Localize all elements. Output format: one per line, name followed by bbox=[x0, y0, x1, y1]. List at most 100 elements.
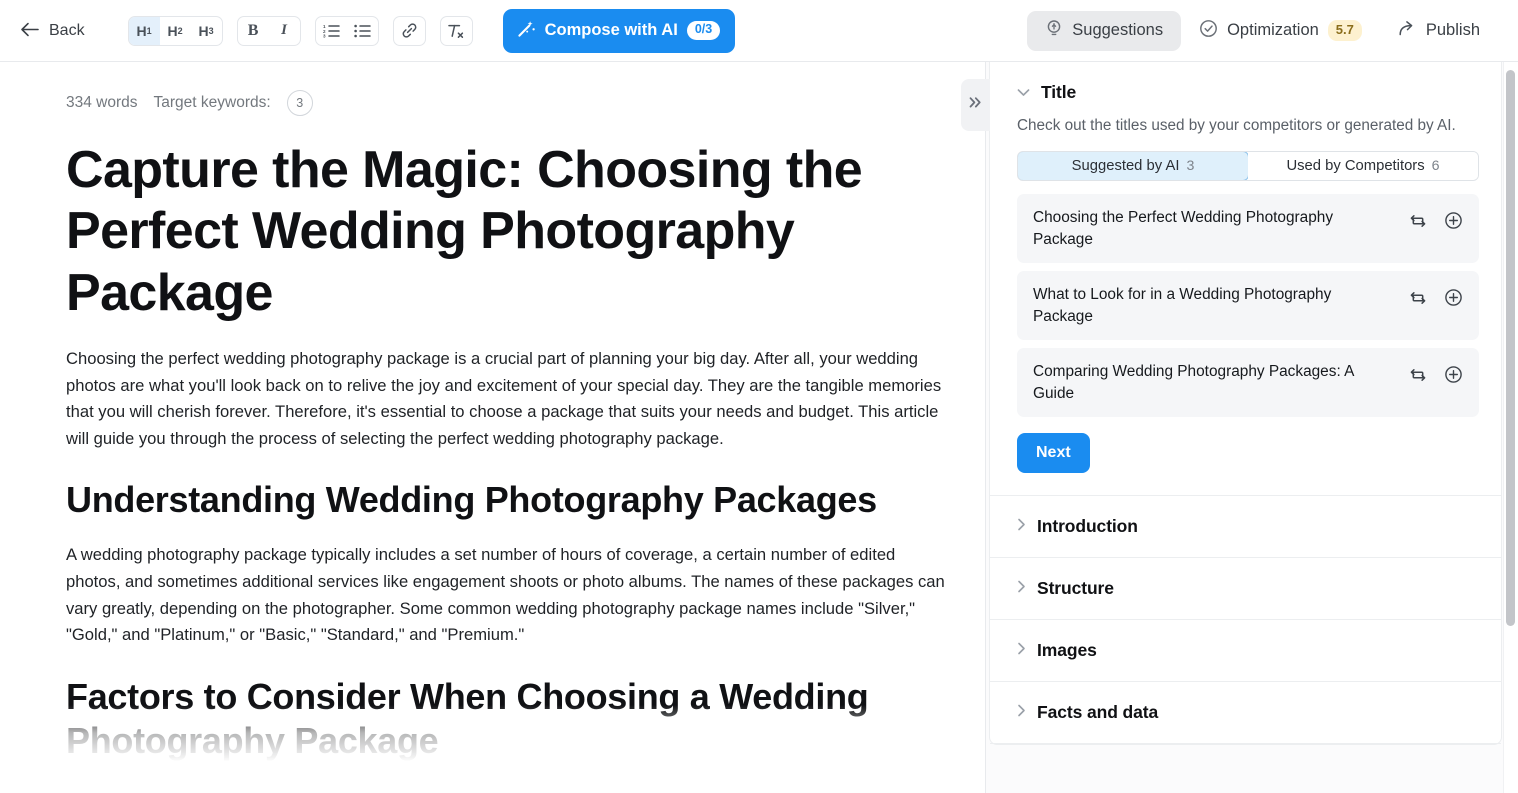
section-structure-header[interactable]: Structure bbox=[990, 558, 1501, 619]
double-chevron-right-icon bbox=[968, 96, 983, 114]
compose-with-ai-button[interactable]: Compose with AI 0/3 bbox=[503, 9, 736, 53]
h1-sub: 1 bbox=[147, 26, 152, 36]
document-paragraph-1[interactable]: Choosing the perfect wedding photography… bbox=[66, 346, 945, 452]
clear-formatting-button[interactable] bbox=[441, 17, 472, 45]
ordered-list-button[interactable]: 1 2 3 bbox=[316, 17, 347, 45]
bullet-list-button[interactable] bbox=[347, 17, 378, 45]
tab-used-by-competitors-count: 6 bbox=[1432, 158, 1440, 174]
back-button[interactable]: Back bbox=[20, 22, 85, 40]
share-arrow-icon bbox=[1398, 20, 1417, 42]
h2-button[interactable]: H2 bbox=[160, 17, 191, 45]
section-facts-and-data-heading: Facts and data bbox=[1037, 702, 1158, 723]
tab-suggested-by-ai[interactable]: Suggested by AI 3 bbox=[1017, 151, 1249, 181]
section-introduction-heading: Introduction bbox=[1037, 516, 1138, 537]
chevron-right-icon bbox=[1017, 704, 1026, 722]
target-keywords-label: Target keywords: bbox=[154, 94, 271, 112]
tab-suggestions[interactable]: Suggestions bbox=[1027, 11, 1181, 51]
list-item[interactable]: Choosing the Perfect Wedding Photography… bbox=[1017, 194, 1479, 263]
document-title[interactable]: Capture the Magic: Choosing the Perfect … bbox=[66, 140, 945, 324]
top-toolbar: Back H1 H2 H3 B I 1 2 3 bbox=[0, 0, 1518, 62]
chevron-right-icon bbox=[1017, 580, 1026, 598]
clear-formatting-icon bbox=[447, 23, 465, 39]
section-facts-and-data-header[interactable]: Facts and data bbox=[990, 682, 1501, 743]
swap-arrows-icon[interactable] bbox=[1409, 289, 1427, 312]
document-heading-2[interactable]: Understanding Wedding Photography Packag… bbox=[66, 478, 886, 522]
plus-circle-icon[interactable] bbox=[1444, 211, 1463, 235]
link-icon bbox=[401, 22, 418, 39]
document-meta: 334 words Target keywords: 3 bbox=[66, 90, 945, 116]
section-introduction-header[interactable]: Introduction bbox=[990, 496, 1501, 557]
h3-button[interactable]: H3 bbox=[191, 17, 222, 45]
h3-label: H bbox=[199, 23, 209, 39]
plus-circle-icon[interactable] bbox=[1444, 288, 1463, 312]
suggestion-text: Choosing the Perfect Wedding Photography… bbox=[1033, 207, 1399, 250]
list-group: 1 2 3 bbox=[315, 16, 379, 46]
chevron-down-icon bbox=[1017, 84, 1030, 102]
tab-optimization[interactable]: Optimization 5.7 bbox=[1181, 11, 1380, 51]
document-heading-3[interactable]: Factors to Consider When Choosing a Wedd… bbox=[66, 675, 886, 763]
tab-suggested-by-ai-label: Suggested by AI bbox=[1072, 158, 1180, 174]
section-structure-heading: Structure bbox=[1037, 578, 1114, 599]
swap-arrows-icon[interactable] bbox=[1409, 212, 1427, 235]
italic-button[interactable]: I bbox=[269, 17, 300, 45]
h1-label: H bbox=[137, 23, 147, 39]
bold-button[interactable]: B bbox=[238, 17, 269, 45]
document-editor[interactable]: 334 words Target keywords: 3 Capture the… bbox=[0, 62, 985, 793]
chevron-right-icon bbox=[1017, 518, 1026, 536]
section-title-description: Check out the titles used by your compet… bbox=[1017, 117, 1479, 135]
tab-suggested-by-ai-count: 3 bbox=[1186, 158, 1194, 174]
lightbulb-icon bbox=[1045, 19, 1063, 42]
collapse-panel-button[interactable] bbox=[961, 79, 990, 131]
arrow-left-icon bbox=[20, 22, 39, 40]
heading-button-group: H1 H2 H3 bbox=[128, 16, 223, 46]
h2-label: H bbox=[168, 23, 178, 39]
ordered-list-icon: 1 2 3 bbox=[323, 23, 340, 38]
section-title: Title Check out the titles used by your … bbox=[990, 62, 1501, 496]
suggestion-text: Comparing Wedding Photography Packages: … bbox=[1033, 361, 1399, 404]
optimization-score-badge: 5.7 bbox=[1328, 20, 1362, 40]
section-images-header[interactable]: Images bbox=[990, 620, 1501, 681]
link-group bbox=[393, 16, 426, 46]
panel-scrollbar[interactable] bbox=[1503, 62, 1518, 793]
section-introduction: Introduction bbox=[990, 496, 1501, 558]
section-structure: Structure bbox=[990, 558, 1501, 620]
section-images-heading: Images bbox=[1037, 640, 1097, 661]
clear-format-group bbox=[440, 16, 473, 46]
text-style-group: B I bbox=[237, 16, 301, 46]
tab-used-by-competitors[interactable]: Used by Competitors 6 bbox=[1248, 152, 1478, 180]
bullet-list-icon bbox=[354, 23, 371, 38]
target-keywords-count[interactable]: 3 bbox=[287, 90, 313, 116]
panel-scrollbar-thumb[interactable] bbox=[1506, 70, 1515, 626]
suggestion-actions bbox=[1409, 284, 1463, 312]
suggestions-side-panel: Title Check out the titles used by your … bbox=[985, 62, 1518, 793]
suggestion-text: What to Look for in a Wedding Photograph… bbox=[1033, 284, 1399, 327]
svg-text:3: 3 bbox=[323, 34, 326, 38]
next-button[interactable]: Next bbox=[1017, 433, 1090, 473]
check-circle-icon bbox=[1199, 19, 1218, 43]
suggestion-actions bbox=[1409, 361, 1463, 389]
chevron-right-icon bbox=[1017, 642, 1026, 660]
back-label: Back bbox=[49, 22, 85, 40]
suggestion-actions bbox=[1409, 207, 1463, 235]
compose-credits-badge: 0/3 bbox=[687, 21, 720, 40]
list-item[interactable]: What to Look for in a Wedding Photograph… bbox=[1017, 271, 1479, 340]
title-source-tabs: Suggested by AI 3 Used by Competitors 6 bbox=[1017, 151, 1479, 181]
optimization-label: Optimization bbox=[1227, 21, 1319, 40]
title-suggestion-list: Choosing the Perfect Wedding Photography… bbox=[1017, 194, 1479, 417]
list-item[interactable]: Comparing Wedding Photography Packages: … bbox=[1017, 348, 1479, 417]
magic-wand-icon bbox=[517, 19, 536, 43]
toolbar-right-actions: Suggestions Optimization 5.7 Publish bbox=[1027, 11, 1498, 51]
link-button[interactable] bbox=[394, 17, 425, 45]
compose-label: Compose with AI bbox=[545, 21, 678, 40]
publish-button[interactable]: Publish bbox=[1380, 11, 1498, 51]
h1-button[interactable]: H1 bbox=[129, 17, 160, 45]
suggestions-label: Suggestions bbox=[1072, 21, 1163, 40]
section-facts-and-data: Facts and data bbox=[990, 682, 1501, 744]
section-title-body: Check out the titles used by your compet… bbox=[990, 117, 1501, 495]
h2-sub: 2 bbox=[178, 26, 183, 36]
plus-circle-icon[interactable] bbox=[1444, 365, 1463, 389]
section-title-header[interactable]: Title bbox=[990, 62, 1501, 123]
word-count: 334 words bbox=[66, 94, 138, 112]
document-paragraph-2[interactable]: A wedding photography package typically … bbox=[66, 542, 945, 648]
swap-arrows-icon[interactable] bbox=[1409, 366, 1427, 389]
